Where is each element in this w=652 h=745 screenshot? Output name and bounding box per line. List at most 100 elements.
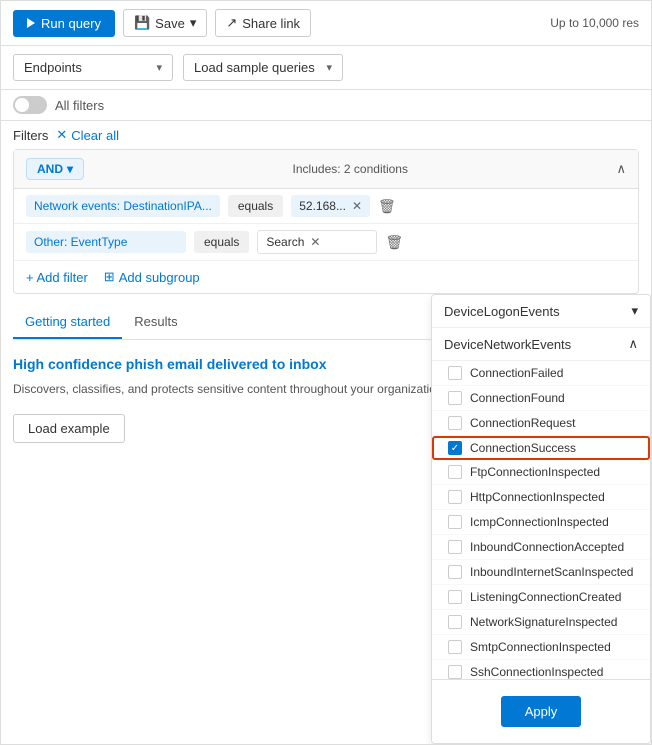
- filter-value-input-2[interactable]: Search ✕: [257, 230, 377, 254]
- section2-label: DeviceNetworkEvents: [444, 337, 571, 352]
- checkbox-ftp-connection-inspected[interactable]: [448, 465, 462, 479]
- filter-op-2[interactable]: equals: [194, 231, 249, 253]
- item-listening-connection-created[interactable]: ListeningConnectionCreated: [432, 585, 650, 610]
- dropdowns-row: Endpoints ▾ Load sample queries ▾: [1, 46, 651, 90]
- clear-filter-value-1[interactable]: ✕: [352, 199, 362, 213]
- checkbox-connection-request[interactable]: [448, 416, 462, 430]
- checkbox-inbound-internet-scan-inspected[interactable]: [448, 565, 462, 579]
- item-label: IcmpConnectionInspected: [470, 515, 609, 529]
- checkbox-icmp-connection-inspected[interactable]: [448, 515, 462, 529]
- all-filters-toggle[interactable]: [13, 96, 47, 114]
- item-connection-request[interactable]: ConnectionRequest: [432, 411, 650, 436]
- section-device-logon-events[interactable]: DeviceLogonEvents ▾: [432, 295, 650, 328]
- item-connection-failed[interactable]: ConnectionFailed: [432, 361, 650, 386]
- results-limit-label: Up to 10,000 res: [550, 16, 639, 30]
- chevron-down-icon: ▾: [631, 303, 638, 319]
- item-label: ConnectionFailed: [470, 366, 563, 380]
- tab-results[interactable]: Results: [122, 306, 189, 339]
- checkbox-network-signature-inspected[interactable]: [448, 615, 462, 629]
- filter-value-text-2: Search: [266, 235, 304, 249]
- run-query-label: Run query: [41, 16, 101, 31]
- load-sample-queries-dropdown[interactable]: Load sample queries ▾: [183, 54, 343, 81]
- load-example-label: Load example: [28, 421, 110, 436]
- item-inbound-connection-accepted[interactable]: InboundConnectionAccepted: [432, 535, 650, 560]
- chevron-down-icon: ▾: [67, 162, 73, 176]
- share-icon: ↗: [226, 15, 237, 31]
- endpoints-dropdown[interactable]: Endpoints ▾: [13, 54, 173, 81]
- item-label: ListeningConnectionCreated: [470, 590, 621, 604]
- share-link-button[interactable]: ↗ Share link: [215, 9, 311, 37]
- item-connection-found[interactable]: ConnectionFound: [432, 386, 650, 411]
- item-smtp-connection-inspected[interactable]: SmtpConnectionInspected: [432, 635, 650, 660]
- filter-actions: + Add filter ⊞ Add subgroup: [14, 261, 638, 293]
- apply-button[interactable]: Apply: [501, 696, 582, 727]
- run-query-button[interactable]: Run query: [13, 10, 115, 37]
- item-ftp-connection-inspected[interactable]: FtpConnectionInspected: [432, 460, 650, 485]
- item-label: FtpConnectionInspected: [470, 465, 600, 479]
- apply-label: Apply: [525, 704, 558, 719]
- apply-footer: Apply: [432, 679, 650, 743]
- dropdown-overlay: DeviceLogonEvents ▾ DeviceNetworkEvents …: [431, 294, 651, 744]
- item-label: InboundInternetScanInspected: [470, 565, 633, 579]
- item-inbound-internet-scan-inspected[interactable]: InboundInternetScanInspected: [432, 560, 650, 585]
- add-subgroup-button[interactable]: ⊞ Add subgroup: [104, 269, 200, 285]
- all-filters-label: All filters: [55, 98, 104, 113]
- subgroup-icon: ⊞: [104, 269, 115, 285]
- item-label: SshConnectionInspected: [470, 665, 603, 679]
- item-label: InboundConnectionAccepted: [470, 540, 624, 554]
- item-ssh-connection-inspected[interactable]: SshConnectionInspected: [432, 660, 650, 679]
- filter-field-1[interactable]: Network events: DestinationIPA...: [26, 195, 220, 217]
- toggle-row: All filters: [1, 90, 651, 121]
- tab-getting-started[interactable]: Getting started: [13, 306, 122, 339]
- filter-area: AND ▾ Includes: 2 conditions ∧ Network e…: [13, 149, 639, 294]
- item-label: SmtpConnectionInspected: [470, 640, 611, 654]
- item-label: ConnectionFound: [470, 391, 565, 405]
- item-network-signature-inspected[interactable]: NetworkSignatureInspected: [432, 610, 650, 635]
- chevron-down-icon: ▾: [190, 15, 197, 31]
- load-example-button[interactable]: Load example: [13, 414, 125, 443]
- item-label: ConnectionSuccess: [470, 441, 576, 455]
- share-link-label: Share link: [242, 16, 300, 31]
- clear-all-button[interactable]: ✕ Clear all: [56, 127, 119, 143]
- filter-value-chip-1: 52.168... ✕: [291, 195, 370, 217]
- filter-op-1[interactable]: equals: [228, 195, 283, 217]
- play-icon: [27, 18, 35, 28]
- section-device-network-events[interactable]: DeviceNetworkEvents ∧: [432, 328, 650, 361]
- results-label: Results: [134, 314, 177, 329]
- add-filter-button[interactable]: + Add filter: [26, 270, 88, 285]
- save-button[interactable]: 💾 Save ▾: [123, 9, 207, 37]
- collapse-icon[interactable]: ∧: [616, 161, 626, 177]
- filters-label: Filters: [13, 128, 48, 143]
- clear-filter-value-2[interactable]: ✕: [310, 235, 320, 249]
- item-icmp-connection-inspected[interactable]: IcmpConnectionInspected: [432, 510, 650, 535]
- item-label: HttpConnectionInspected: [470, 490, 605, 504]
- and-badge[interactable]: AND ▾: [26, 158, 84, 180]
- checkbox-connection-success[interactable]: [448, 441, 462, 455]
- toolbar: Run query 💾 Save ▾ ↗ Share link Up to 10…: [1, 1, 651, 46]
- getting-started-label: Getting started: [25, 314, 110, 329]
- item-label: ConnectionRequest: [470, 416, 575, 430]
- delete-filter-1[interactable]: 🗑: [378, 198, 396, 215]
- chevron-down-icon: ▾: [326, 61, 332, 74]
- x-icon: ✕: [56, 127, 67, 143]
- checkbox-listening-connection-created[interactable]: [448, 590, 462, 604]
- checkbox-connection-failed[interactable]: [448, 366, 462, 380]
- content-area: Getting started Results High confidence …: [1, 294, 651, 744]
- checkbox-inbound-connection-accepted[interactable]: [448, 540, 462, 554]
- checkbox-http-connection-inspected[interactable]: [448, 490, 462, 504]
- chevron-down-icon: ▾: [156, 61, 162, 74]
- add-subgroup-label: Add subgroup: [119, 270, 200, 285]
- chevron-up-icon: ∧: [628, 336, 638, 352]
- filter-row-1: Network events: DestinationIPA... equals…: [14, 189, 638, 224]
- checkbox-connection-found[interactable]: [448, 391, 462, 405]
- endpoints-label: Endpoints: [24, 60, 82, 75]
- save-icon: 💾: [134, 15, 150, 31]
- item-http-connection-inspected[interactable]: HttpConnectionInspected: [432, 485, 650, 510]
- filter-row-2: Other: EventType equals Search ✕ 🗑: [14, 224, 638, 261]
- item-label: NetworkSignatureInspected: [470, 615, 617, 629]
- filter-field-2[interactable]: Other: EventType: [26, 231, 186, 253]
- checkbox-smtp-connection-inspected[interactable]: [448, 640, 462, 654]
- item-connection-success[interactable]: ConnectionSuccess: [432, 436, 650, 460]
- checkbox-ssh-connection-inspected[interactable]: [448, 665, 462, 679]
- delete-filter-2[interactable]: 🗑: [385, 234, 403, 251]
